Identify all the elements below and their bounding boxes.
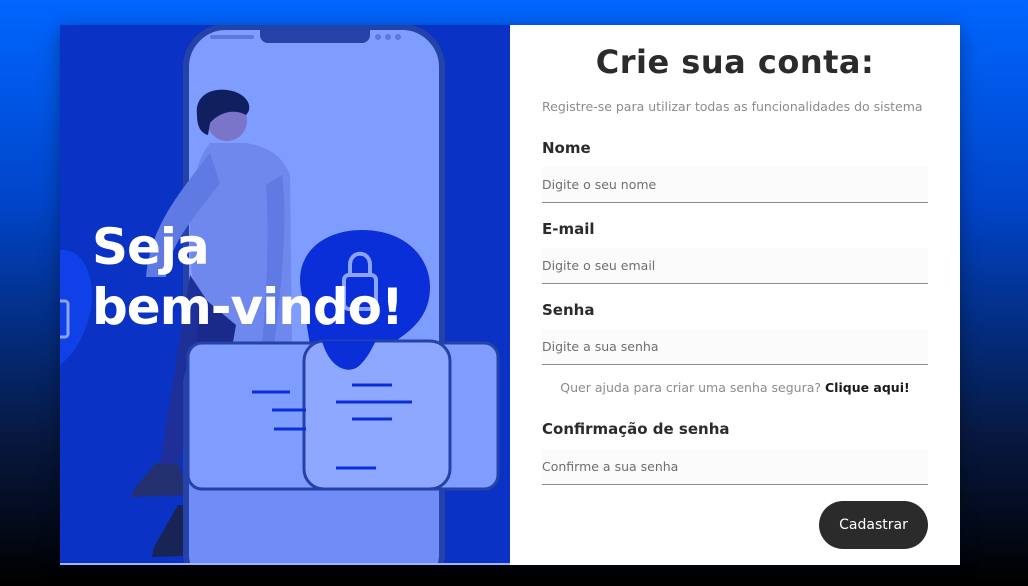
welcome-line-2: bem-vindo!: [92, 278, 404, 336]
confirm-password-label: Confirmação de senha: [542, 420, 730, 438]
password-label: Senha: [542, 301, 595, 319]
submit-button[interactable]: Cadastrar: [819, 501, 928, 549]
name-label: Nome: [542, 139, 591, 157]
form-title: Crie sua conta:: [595, 43, 875, 81]
form-subtitle: Registre-se para utilizar todas as funci…: [542, 99, 923, 114]
email-input[interactable]: [542, 248, 928, 284]
password-help: Quer ajuda para criar uma senha segura? …: [542, 380, 928, 395]
name-input[interactable]: [542, 167, 928, 203]
email-label: E-mail: [542, 220, 595, 238]
password-input[interactable]: [542, 329, 928, 365]
signup-card: Seja bem-vindo! Crie sua conta: Registre…: [60, 25, 960, 565]
welcome-line-1: Seja: [92, 218, 210, 276]
welcome-panel: Seja bem-vindo!: [60, 25, 510, 565]
welcome-heading: Seja bem-vindo!: [92, 217, 404, 337]
password-help-text: Quer ajuda para criar uma senha segura?: [560, 380, 822, 395]
password-help-link[interactable]: Clique aqui!: [825, 380, 910, 395]
signup-form: Crie sua conta: Registre-se para utiliza…: [510, 25, 960, 565]
confirm-password-input[interactable]: [542, 449, 928, 485]
